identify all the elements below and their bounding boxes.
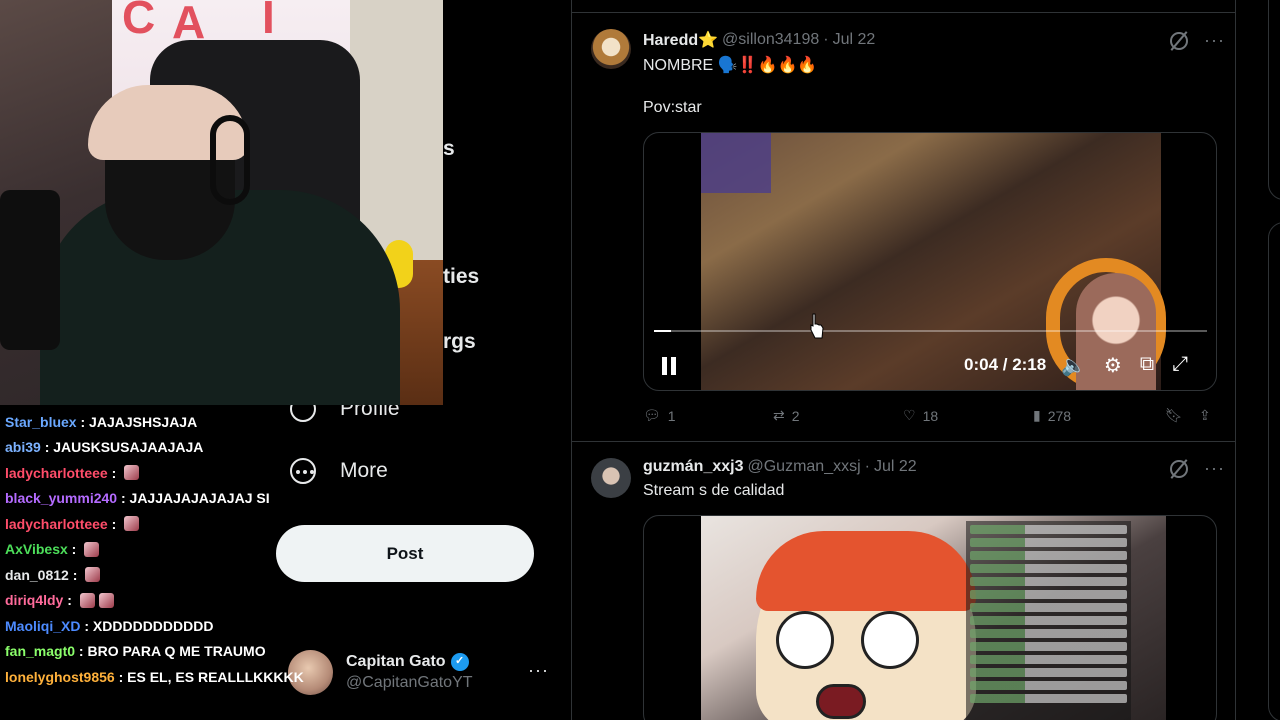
bar-chart-icon: ▮ [1033,407,1041,423]
bookmark-button[interactable]: 🔖︎ [1165,407,1183,424]
chat-username[interactable]: black_yummi240 [5,490,117,506]
author-name[interactable]: guzmán_xxj3 [643,458,743,476]
chat-username[interactable]: ladycharlotteee [5,516,108,532]
bookmark-icon: 🔖︎ [1165,407,1183,423]
emote-icon [124,516,140,532]
feed-border-left [571,0,572,720]
tweet-text-2: Pov:star [643,99,702,116]
chat-message: AxVibesx : [5,537,295,563]
chat-text: XDDDDDDDDDDD [92,617,214,634]
chat-username[interactable]: lonelyghost9856 [5,669,115,685]
account-more-icon[interactable]: ··· [528,660,549,681]
avatar[interactable] [591,29,631,69]
chat-message: Maoliqi_XD : XDDDDDDDDDDD [5,617,214,634]
fullscreen-icon[interactable]: ⤢ [1172,353,1188,378]
chat-username[interactable]: AxVibesx [5,541,68,557]
nav-fragment-2[interactable]: ties [443,265,479,289]
avatar[interactable] [591,458,631,498]
chat-text: BRO PARA Q ME TRAUMO [87,643,266,660]
like-button[interactable]: ♡ 18 [903,407,938,424]
reply-button[interactable]: 💬︎ 1 [643,407,676,424]
share-button[interactable]: ⇪ [1199,407,1211,424]
account-handle: @CapitanGatoYT [346,674,473,691]
account-switcher[interactable]: Capitan Gato ✓ @CapitanGatoYT [288,647,558,697]
chat-username[interactable]: fan_magt0 [5,643,75,659]
chat-text: JAUSKSUSAJAAJAJA [53,439,204,456]
chat-text: JAJJAJAJAJAJAJ SI [129,490,270,507]
video-player[interactable] [643,515,1217,720]
views-button[interactable]: ▮ 278 [1033,407,1071,424]
chat-message: lonelyghost9856 : ES EL, ES REALLLKKKKK [5,668,304,685]
chat-message: ladycharlotteee : [5,511,295,537]
emote-icon [79,592,95,608]
verified-badge-icon: ✓ [450,652,469,671]
volume-icon[interactable]: 🔈 [1061,353,1086,378]
chat-username[interactable]: Maoliqi_XD [5,618,80,634]
emote-icon [85,567,101,583]
chat-username[interactable]: Star_bluex [5,414,77,430]
chat-text: JAJAJSHSJAJA [89,413,198,430]
heart-icon: ♡ [903,407,916,423]
mouse-cursor-icon [810,313,824,339]
tweet-date[interactable]: Jul 22 [833,31,876,49]
repost-icon: ⇄ [773,407,785,423]
sidebar-card [1268,222,1280,720]
screen: s ties rgs Profile More Post Capitan Gat… [0,0,1280,720]
post-button[interactable]: Post [276,525,534,582]
chat-message: Star_bluex : JAJAJSHSJAJA [5,413,198,430]
author-name[interactable]: Haredd⭐ [643,30,718,50]
tweet-text: Stream s de calidad [643,482,785,499]
chat-message: diriq4ldy : [5,588,295,614]
video-progress-bar[interactable] [654,330,1207,332]
chat-text: ES EL, ES REALLLKKKKK [127,668,304,685]
stream-chat: Star_bluex : JAJAJSHSJAJA abi39 : JAUSKSU… [5,409,304,690]
share-icon: ⇪ [1199,407,1211,423]
webcam-overlay: CAI [0,0,443,405]
chat-message: black_yummi240 : JAJJAJAJAJAJAJ SI [5,490,270,507]
chat-username[interactable]: ladycharlotteee [5,465,108,481]
nav-fragment-1[interactable]: s [443,137,455,161]
feed-border-right [1235,0,1236,720]
chat-message: dan_0812 : [5,562,295,588]
tweet-text: NOMBRE 🗣️‼️🔥🔥🔥 [643,57,818,74]
nav-fragment-3[interactable]: rgs [443,330,476,354]
more-icon[interactable]: ··· [1204,458,1225,479]
nav-item-more-label: More [340,459,388,482]
author-handle[interactable]: @Guzman_xxsj [747,458,860,476]
chat-username[interactable]: abi39 [5,439,41,455]
chat-message: abi39 : JAUSKSUSAJAAJAJA [5,439,204,456]
account-name: Capitan Gato [346,653,446,670]
nav-item-more[interactable]: More [290,458,388,484]
pip-icon[interactable]: ⧉ [1140,353,1154,378]
author-handle[interactable]: @sillon34198 [722,31,819,49]
pause-icon[interactable] [662,357,676,375]
emote-icon [98,592,114,608]
more-icon[interactable]: ··· [1204,30,1225,51]
emote-icon [124,465,140,481]
chat-message: fan_magt0 : BRO PARA Q ME TRAUMO [5,643,266,660]
chat-message: ladycharlotteee : [5,460,295,486]
emote-icon [84,541,100,557]
grok-icon[interactable] [1170,31,1188,50]
reply-icon: 💬︎ [643,407,661,423]
sidebar-card [1268,0,1280,200]
headset [210,115,250,205]
video-time: 0:04 / 2:18 [964,355,1047,374]
video-frame [701,516,1166,720]
chat-username[interactable]: diriq4ldy [5,592,63,608]
chat-username[interactable]: dan_0812 [5,567,69,583]
settings-gear-icon[interactable]: ⚙ [1104,353,1122,378]
tweet-date[interactable]: Jul 22 [874,458,917,476]
video-player[interactable]: 0:04 / 2:18 🔈 ⚙ ⧉ ⤢ [643,132,1217,391]
microphone [0,190,60,350]
repost-button[interactable]: ⇄ 2 [773,407,800,424]
grok-icon[interactable] [1170,459,1188,478]
